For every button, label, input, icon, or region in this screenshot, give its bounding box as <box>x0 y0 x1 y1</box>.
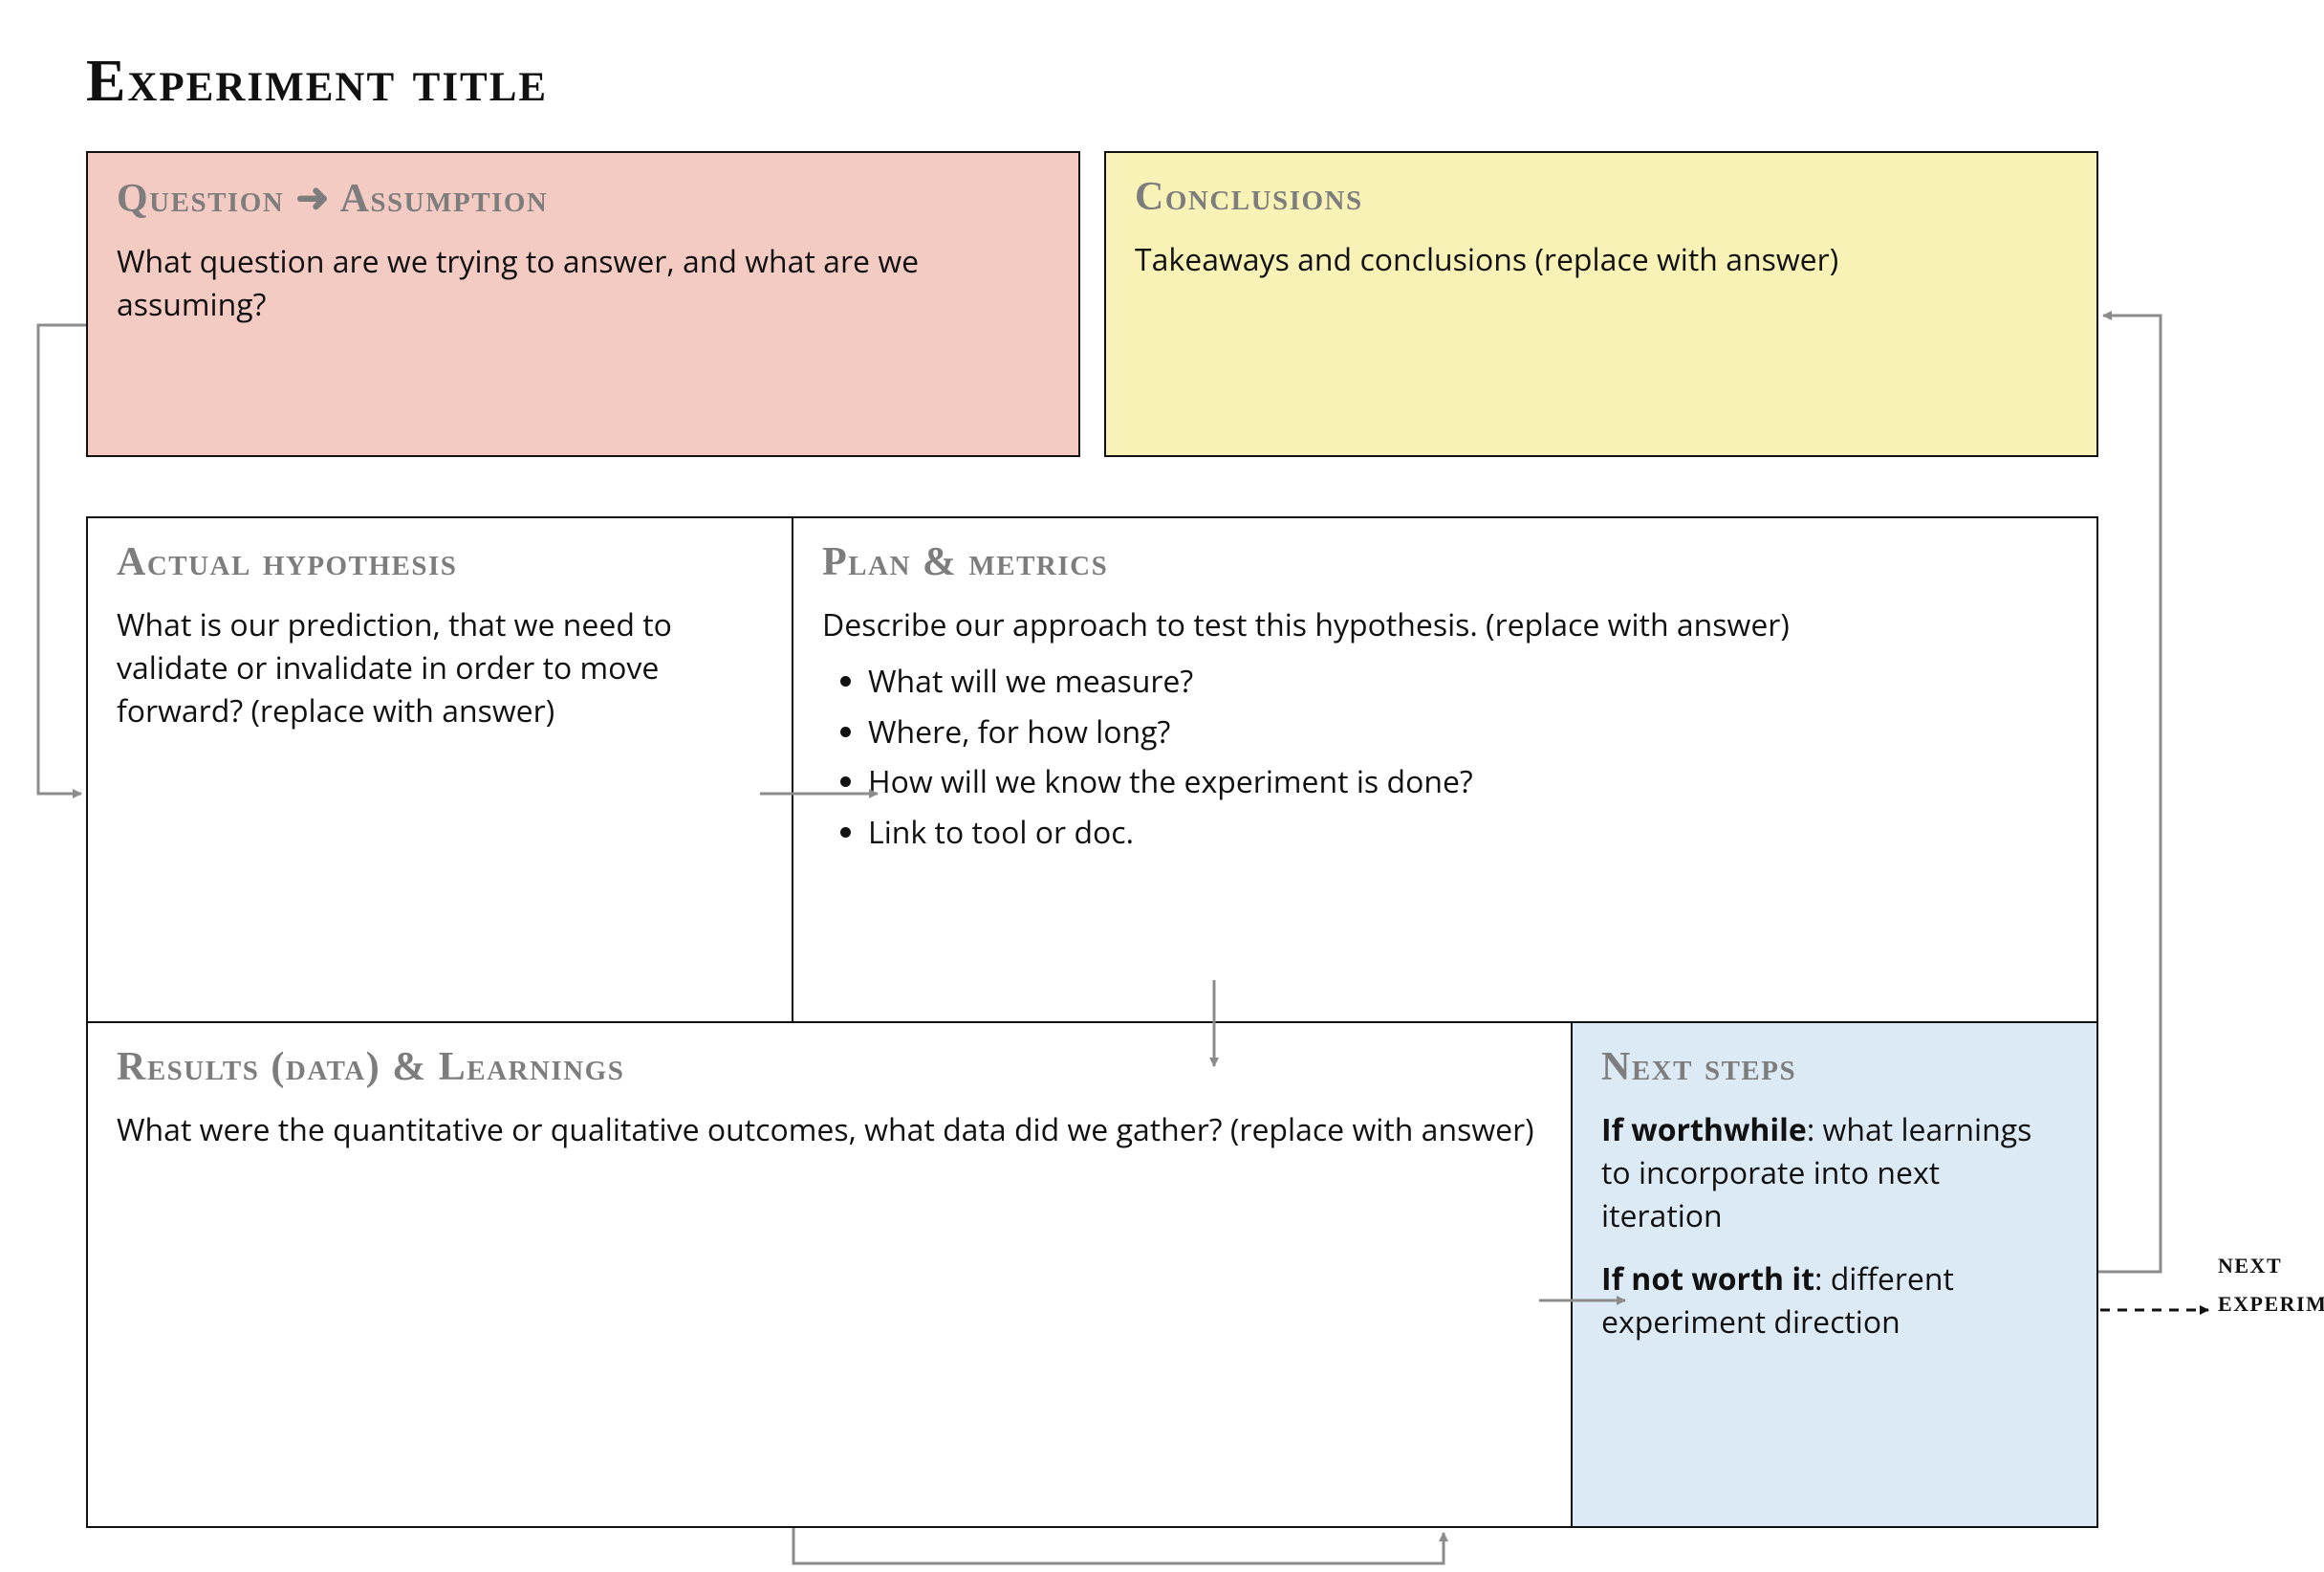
conclusions-title: Conclusions <box>1135 174 2068 220</box>
assumption-label: Assumption <box>340 177 549 221</box>
plan-title: Plan & metrics <box>822 539 2068 585</box>
question-assumption-box: Question ➜ Assumption What question are … <box>86 151 1080 457</box>
plan-lead: Describe our approach to test this hypot… <box>822 604 2068 647</box>
plan-bullet: Link to tool or doc. <box>868 812 2068 855</box>
next-experiment-label: next experiment <box>2218 1243 2324 1320</box>
plan-bullets: What will we measure? Where, for how lon… <box>822 661 2068 855</box>
hypothesis-title: Actual hypothesis <box>117 539 763 585</box>
hypothesis-body: What is our prediction, that we need to … <box>117 604 763 732</box>
arrow-question-to-hypothesis <box>38 325 86 794</box>
results-title: Results (data) & Learnings <box>117 1044 1542 1090</box>
arrow-next-to-conclusions <box>2098 316 2161 1272</box>
next-steps-box: Next steps If worthwhile: what learnings… <box>1571 1021 2098 1528</box>
plan-bullet: How will we know the experiment is done? <box>868 761 2068 804</box>
next-experiment-line1: next <box>2218 1245 2282 1279</box>
plan-bullet: Where, for how long? <box>868 711 2068 754</box>
next-worthwhile: If worthwhile: what learnings to incorpo… <box>1601 1109 2068 1237</box>
arrow-right-icon: ➜ <box>295 177 339 221</box>
question-body: What question are we trying to answer, a… <box>117 241 1050 327</box>
next-worth-label: If worthwhile <box>1601 1109 1807 1150</box>
next-title: Next steps <box>1601 1044 2068 1090</box>
next-notworth-label: If not worth it <box>1601 1258 1814 1299</box>
page-title: Experiment title <box>86 48 548 116</box>
next-not-worth: If not worth it: different experiment di… <box>1601 1258 2068 1344</box>
question-label: Question <box>117 177 284 221</box>
next-experiment-line2: experiment <box>2218 1283 2324 1318</box>
experiment-canvas: Experiment title Question ➜ Assumption W… <box>0 0 2324 1572</box>
conclusions-box: Conclusions Takeaways and conclusions (r… <box>1104 151 2098 457</box>
results-box: Results (data) & Learnings What were the… <box>86 1021 1573 1528</box>
results-body: What were the quantitative or qualitativ… <box>117 1109 1542 1152</box>
arrow-results-loop <box>793 1528 1444 1563</box>
conclusions-body: Takeaways and conclusions (replace with … <box>1135 239 2068 282</box>
hypothesis-box: Actual hypothesis What is our prediction… <box>86 516 793 1023</box>
plan-metrics-box: Plan & metrics Describe our approach to … <box>792 516 2098 1023</box>
plan-bullet: What will we measure? <box>868 661 2068 704</box>
question-box-title: Question ➜ Assumption <box>117 174 1050 222</box>
